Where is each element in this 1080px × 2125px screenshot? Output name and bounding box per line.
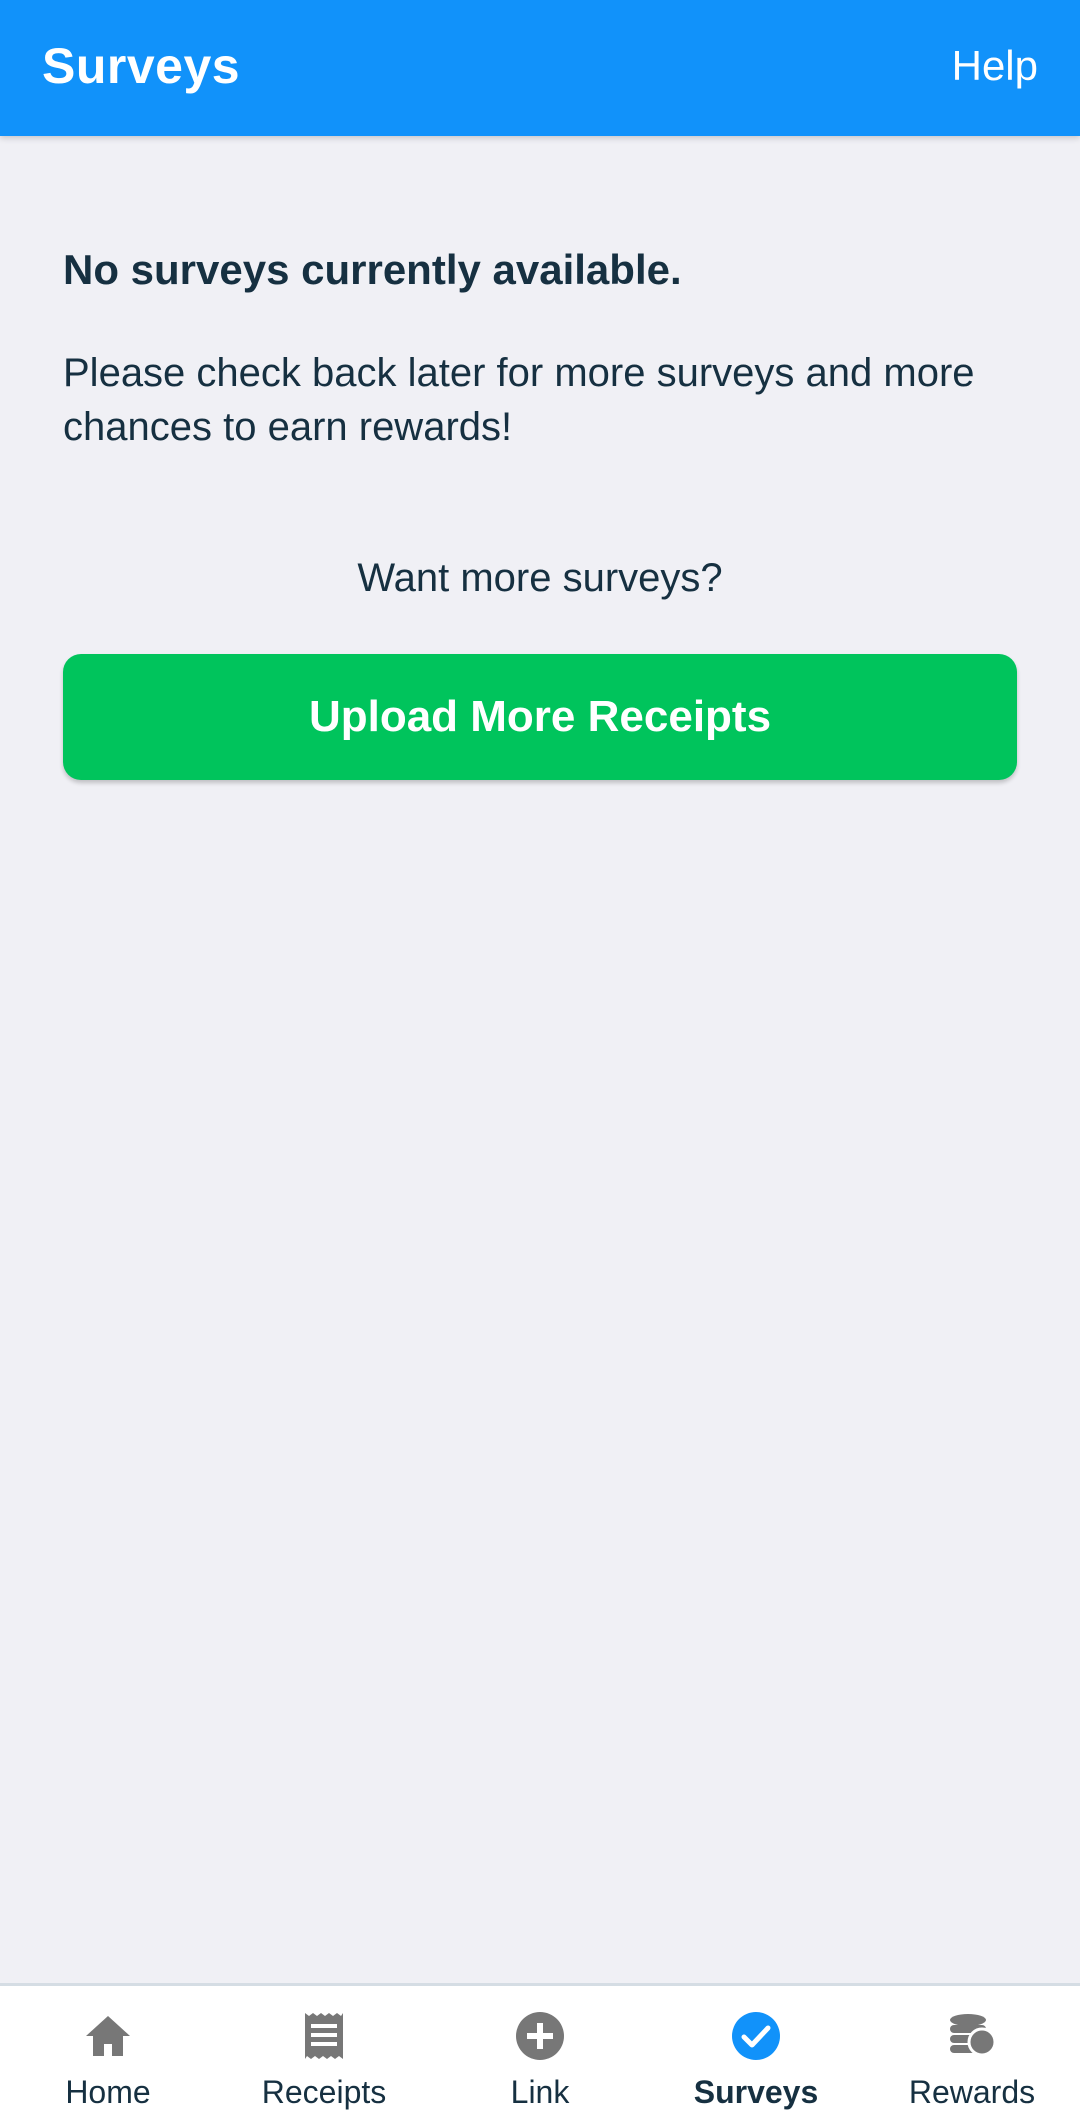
nav-item-receipts[interactable]: Receipts — [216, 1986, 432, 2125]
nav-item-label: Surveys — [693, 2074, 819, 2110]
nav-item-link[interactable]: Link — [432, 1986, 648, 2125]
nav-item-label: Link — [510, 2074, 570, 2110]
nav-item-label: Rewards — [908, 2074, 1036, 2110]
nav-item-rewards[interactable]: Rewards — [864, 1986, 1080, 2125]
nav-item-label: Home — [65, 2074, 151, 2110]
app-screen: Surveys Help No surveys currently availa… — [0, 0, 1080, 2125]
upload-more-receipts-button[interactable]: Upload More Receipts — [63, 654, 1017, 780]
check-circle-icon — [732, 2012, 780, 2060]
page-title: Surveys — [42, 38, 241, 94]
receipt-icon — [305, 2013, 343, 2059]
coins-icon — [950, 2014, 997, 2057]
nav-item-home[interactable]: Home — [0, 1986, 216, 2125]
nav-item-label: Receipts — [261, 2074, 387, 2110]
want-more-surveys-text: Want more surveys? — [357, 556, 723, 600]
home-icon — [86, 2016, 130, 2056]
plus-circle-icon — [516, 2012, 564, 2060]
help-button[interactable]: Help — [952, 0, 1038, 136]
empty-state-message: Please check back later for more surveys… — [63, 351, 975, 449]
bottom-navigation: Home Receipts Link Surveys Rewards — [0, 1983, 1080, 2125]
nav-item-surveys[interactable]: Surveys — [648, 1986, 864, 2125]
empty-state-heading: No surveys currently available. — [63, 246, 682, 293]
app-bar: Surveys Help — [0, 0, 1080, 136]
